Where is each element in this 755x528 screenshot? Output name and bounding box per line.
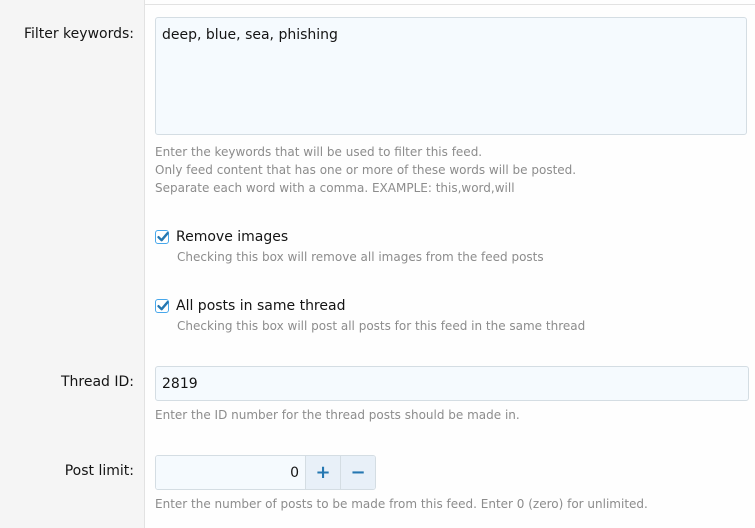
same-thread-checkbox[interactable] xyxy=(155,299,169,313)
explain-line: Separate each word with a comma. EXAMPLE… xyxy=(155,181,515,195)
label-column xyxy=(0,0,145,528)
post-limit-stepper: + − xyxy=(155,455,376,490)
filter-keywords-label: Filter keywords: xyxy=(23,26,134,42)
minus-icon: − xyxy=(350,462,366,483)
same-thread-label[interactable]: All posts in same thread xyxy=(176,298,345,314)
explain-line: Only feed content that has one or more o… xyxy=(155,163,577,177)
thread-id-explain: Enter the ID number for the thread posts… xyxy=(155,408,520,422)
explain-line: Enter the keywords that will be used to … xyxy=(155,145,483,159)
increment-button[interactable]: + xyxy=(306,456,340,489)
thread-id-label: Thread ID: xyxy=(60,374,134,390)
same-thread-hint: Checking this box will post all posts fo… xyxy=(177,319,586,333)
feed-options-form: Filter keywords: deep, blue, sea, phishi… xyxy=(0,0,755,528)
remove-images-checkbox[interactable] xyxy=(155,230,169,244)
plus-icon: + xyxy=(315,462,331,483)
same-thread-option[interactable]: All posts in same thread xyxy=(155,298,345,314)
top-divider xyxy=(145,0,755,5)
post-limit-explain: Enter the number of posts to be made fro… xyxy=(155,497,648,511)
post-limit-label: Post limit: xyxy=(64,463,134,479)
decrement-button[interactable]: − xyxy=(340,456,375,489)
remove-images-option[interactable]: Remove images xyxy=(155,229,288,245)
thread-id-input[interactable] xyxy=(155,366,749,401)
remove-images-hint: Checking this box will remove all images… xyxy=(177,250,544,264)
checkmark-icon xyxy=(157,232,169,242)
filter-keywords-explain: Enter the keywords that will be used to … xyxy=(155,143,576,197)
remove-images-label[interactable]: Remove images xyxy=(176,229,288,245)
checkmark-icon xyxy=(157,301,169,311)
filter-keywords-textarea[interactable]: deep, blue, sea, phishing xyxy=(155,17,747,135)
post-limit-input[interactable] xyxy=(156,456,306,489)
